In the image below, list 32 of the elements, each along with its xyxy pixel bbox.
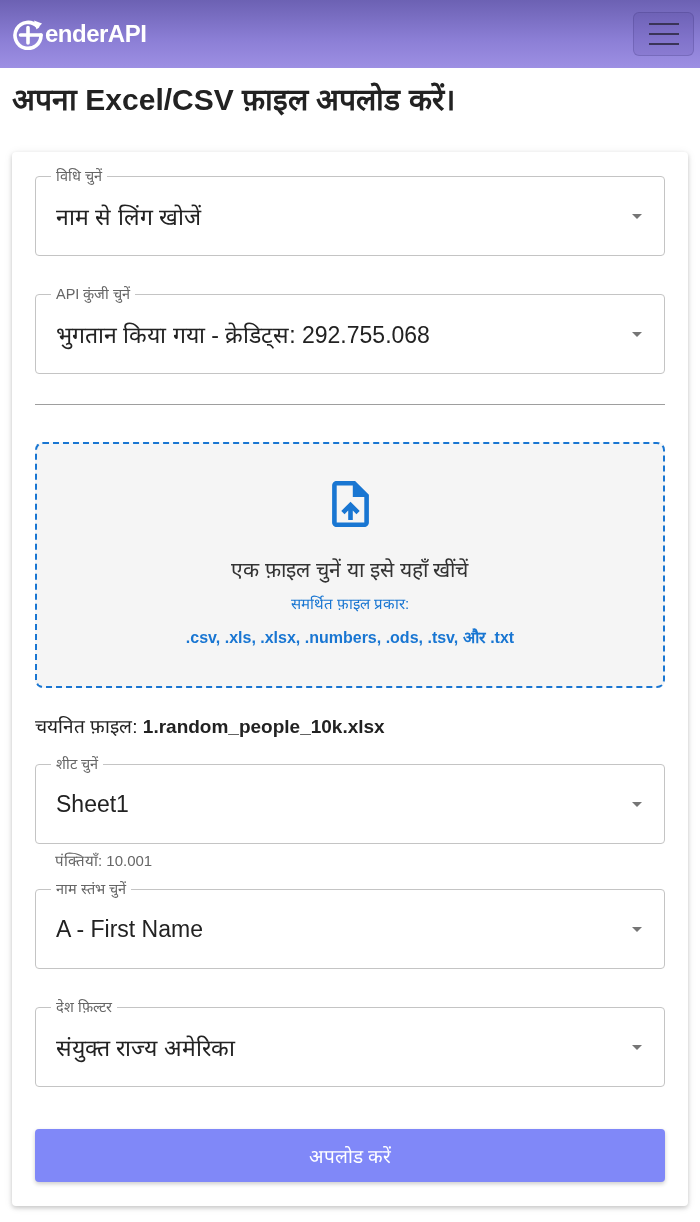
field-label: विधि चुनें <box>55 168 104 184</box>
select-value: संयुक्त राज्य अमेरिका <box>56 1034 235 1063</box>
select-field[interactable]: API कुंजी चुनें भुगतान किया गया - क्रेडिट्स: 292.755.068 <box>35 286 665 374</box>
file-upload-icon <box>331 481 369 527</box>
field-label: नाम स्तंभ चुनें <box>55 881 128 897</box>
field-label: देश फ़िल्टर <box>55 999 114 1015</box>
select-field[interactable]: नाम स्तंभ चुनें A - First Name <box>35 881 665 969</box>
supported-types: .csv, .xls, .xlsx, .numbers, .ods, .tsv, और .txt <box>185 628 515 648</box>
select-value: Sheet1 <box>56 790 129 818</box>
file-dropzone[interactable]: एक फ़ाइल चुनें या इसे यहाँ खींचें समर्थित फ़ाइल प्रकार: .csv, .xls, .xlsx, .numbers, .ods, .tsv, और .txt <box>35 442 665 688</box>
select-value: A - First Name <box>56 915 203 943</box>
select-field[interactable]: शीट चुनें Sheet1 <box>35 756 665 844</box>
page-title: अपना Excel/CSV फ़ाइल अपलोड करें। <box>11 81 456 118</box>
field-label: शीट चुनें <box>55 756 100 772</box>
menu-icon <box>648 23 679 45</box>
caret-icon <box>632 1044 642 1050</box>
logo-link[interactable]: enderAPI <box>12 18 147 50</box>
caret-icon <box>632 801 642 807</box>
select-field[interactable]: विधि चुनें नाम से लिंग खोजें <box>35 168 665 256</box>
caret-icon <box>632 331 642 337</box>
helper-text: पंक्तियाँ: 10.001 <box>55 852 154 870</box>
dropzone-prompt: एक फ़ाइल चुनें या इसे यहाँ खींचें <box>231 557 469 584</box>
supported-types-label: समर्थित फ़ाइल प्रकार: <box>290 594 410 614</box>
select-value: नाम से लिंग खोजें <box>56 203 202 232</box>
menu-button[interactable] <box>633 12 694 56</box>
selected-file: चयनित फ़ाइल: 1.random_people_10k.xlsx <box>35 716 386 738</box>
logo-icon <box>12 18 44 50</box>
caret-icon <box>632 926 642 932</box>
caret-icon <box>632 213 642 219</box>
select-value: भुगतान किया गया - क्रेडिट्स: 292.755.068 <box>56 321 430 350</box>
select-field[interactable]: देश फ़िल्टर संयुक्त राज्य अमेरिका <box>35 999 665 1087</box>
field-label: API कुंजी चुनें <box>55 286 132 302</box>
